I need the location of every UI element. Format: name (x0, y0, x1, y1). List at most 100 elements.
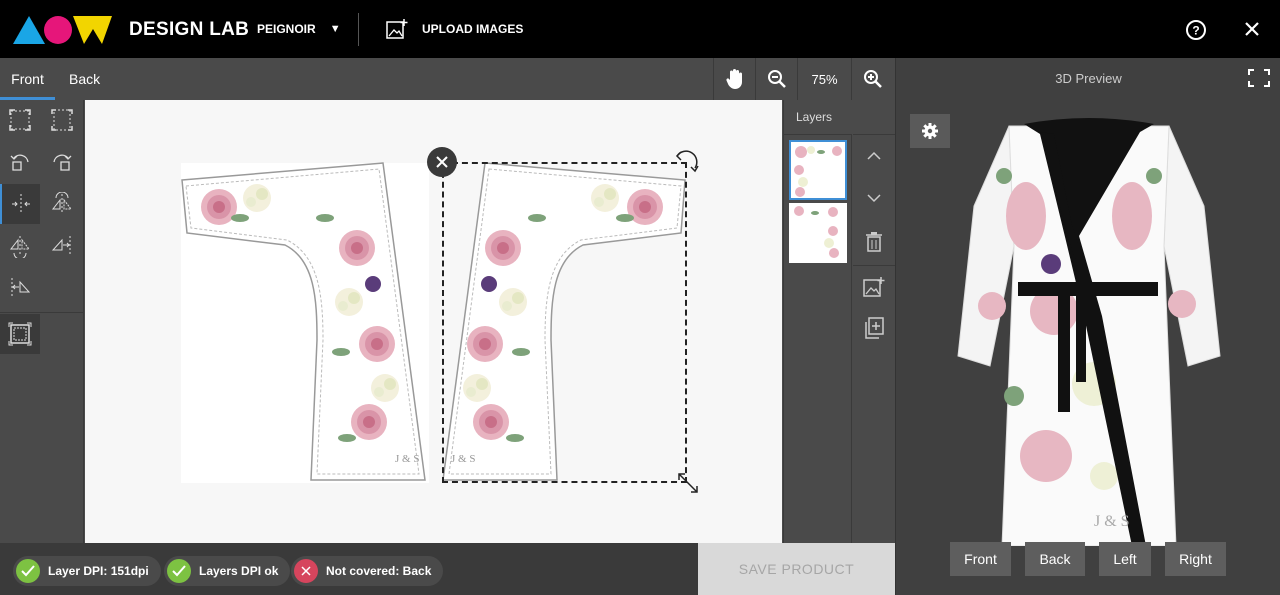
layer-dpi-text: Layer DPI: 151dpi (48, 564, 149, 578)
delete-layer-button[interactable] (853, 221, 895, 263)
not-covered-text: Not covered: Back (326, 564, 432, 578)
preview-title: 3D Preview (1055, 71, 1122, 86)
transform-tools (0, 100, 84, 543)
layers-list (784, 134, 852, 543)
zoom-in-icon (863, 70, 882, 88)
chevron-up-icon (867, 151, 881, 160)
flip-vertical-button[interactable] (42, 184, 82, 224)
top-bar: DESIGN LAB PEIGNOIR ▼ UPLOAD IMAGES ? (0, 0, 1280, 58)
zoom-out-icon (767, 70, 786, 88)
selection-icon (8, 322, 32, 346)
fill-area-button[interactable] (42, 100, 82, 140)
design-canvas[interactable]: J & S J & S (85, 100, 782, 543)
hand-icon (725, 69, 742, 89)
rotate-right-icon (53, 154, 72, 171)
align-right-icon (51, 236, 71, 256)
fit-area-icon (9, 109, 31, 131)
caret-down-icon: ▼ (329, 23, 341, 35)
chevron-down-icon (867, 194, 881, 203)
svg-text:?: ? (1192, 24, 1199, 38)
pan-hand-button[interactable] (713, 58, 755, 100)
hydrangea-motif (243, 184, 271, 212)
select-area-button[interactable] (0, 314, 40, 354)
layers-dpi-text: Layers DPI ok (199, 564, 279, 578)
view-right-button[interactable]: Right (1165, 542, 1226, 576)
product-name: PEIGNOIR (257, 22, 316, 36)
trash-icon (866, 232, 882, 252)
fullscreen-icon[interactable] (1248, 69, 1270, 87)
mirror-icon (9, 236, 31, 258)
layer-down-button[interactable] (853, 177, 895, 219)
check-icon (167, 559, 191, 583)
rose-motif (351, 404, 387, 440)
selection-box[interactable] (442, 162, 687, 483)
pansy-motif (365, 276, 381, 292)
leaf-motif (231, 214, 249, 222)
align-center-icon (12, 194, 30, 214)
layer-preview (794, 146, 842, 197)
layers-panel: Layers (783, 100, 896, 543)
leaf-motif (338, 434, 356, 442)
leaf-motif (316, 214, 334, 222)
brand-title: DESIGN LAB (129, 19, 250, 40)
add-image-icon (863, 277, 885, 297)
monogram: J & S (395, 453, 419, 465)
rotate-right-button[interactable] (42, 142, 82, 182)
fill-area-icon (51, 109, 73, 131)
rotate-left-icon (10, 154, 29, 171)
close-icon (436, 156, 448, 168)
layer-up-button[interactable] (853, 135, 895, 177)
align-left-button[interactable] (0, 268, 40, 308)
rotate-left-button[interactable] (0, 142, 40, 182)
hydrangea-motif (371, 374, 399, 402)
add-image-layer-button[interactable] (853, 266, 895, 308)
zoom-controls: 75% (713, 58, 893, 100)
check-icon (16, 559, 40, 583)
center-horizontal-button[interactable] (0, 184, 40, 224)
duplicate-layer-button[interactable] (853, 307, 895, 349)
hydrangea-motif (335, 288, 363, 316)
status-badge-layer-dpi: Layer DPI: 151dpi (13, 556, 161, 586)
tools-divider (0, 312, 84, 313)
monogram: J & S (1094, 513, 1130, 530)
layers-title: Layers (796, 110, 833, 124)
divider (358, 13, 359, 46)
close-icon[interactable] (1243, 20, 1261, 38)
layer-thumbnail[interactable] (789, 203, 847, 263)
upload-images-button[interactable]: UPLOAD IMAGES (386, 19, 523, 39)
view-front-button[interactable]: Front (950, 542, 1011, 576)
gear-icon (922, 123, 938, 139)
tab-front[interactable]: Front (0, 58, 55, 100)
remove-layer-button[interactable] (427, 147, 457, 177)
duplicate-icon (865, 317, 884, 339)
zoom-out-button[interactable] (755, 58, 797, 100)
zoom-level: 75% (797, 58, 851, 100)
rose-motif (339, 230, 375, 266)
fit-to-area-button[interactable] (0, 100, 40, 140)
aow-logo (13, 16, 112, 44)
rose-motif (359, 326, 395, 362)
view-back-button[interactable]: Back (1025, 542, 1085, 576)
tab-back[interactable]: Back (69, 58, 100, 100)
rose-motif (201, 189, 237, 225)
add-image-icon (386, 19, 408, 39)
status-bar: Layer DPI: 151dpi Layers DPI ok Not cove… (0, 543, 895, 595)
upload-label: UPLOAD IMAGES (422, 22, 524, 36)
layer-thumbnail[interactable] (789, 140, 847, 200)
product-select[interactable]: PEIGNOIR ▼ (257, 22, 341, 36)
view-left-button[interactable]: Left (1099, 542, 1151, 576)
robe-3d-model: J & S (957, 118, 1221, 546)
status-badge-layers-dpi: Layers DPI ok (164, 556, 291, 586)
error-icon (294, 559, 318, 583)
help-icon[interactable]: ? (1185, 19, 1207, 41)
align-left-icon (11, 278, 31, 298)
flip-horizontal-button[interactable] (0, 226, 40, 266)
save-product-button[interactable]: SAVE PRODUCT (698, 543, 895, 595)
flip-icon (51, 192, 73, 214)
preview-settings-button[interactable] (910, 114, 950, 148)
preview-panel: 3D Preview J & S Front Back Left Right (895, 58, 1280, 595)
align-right-button[interactable] (42, 226, 82, 266)
leaf-motif (332, 348, 350, 356)
zoom-in-button[interactable] (851, 58, 893, 100)
layer-actions (853, 134, 896, 348)
